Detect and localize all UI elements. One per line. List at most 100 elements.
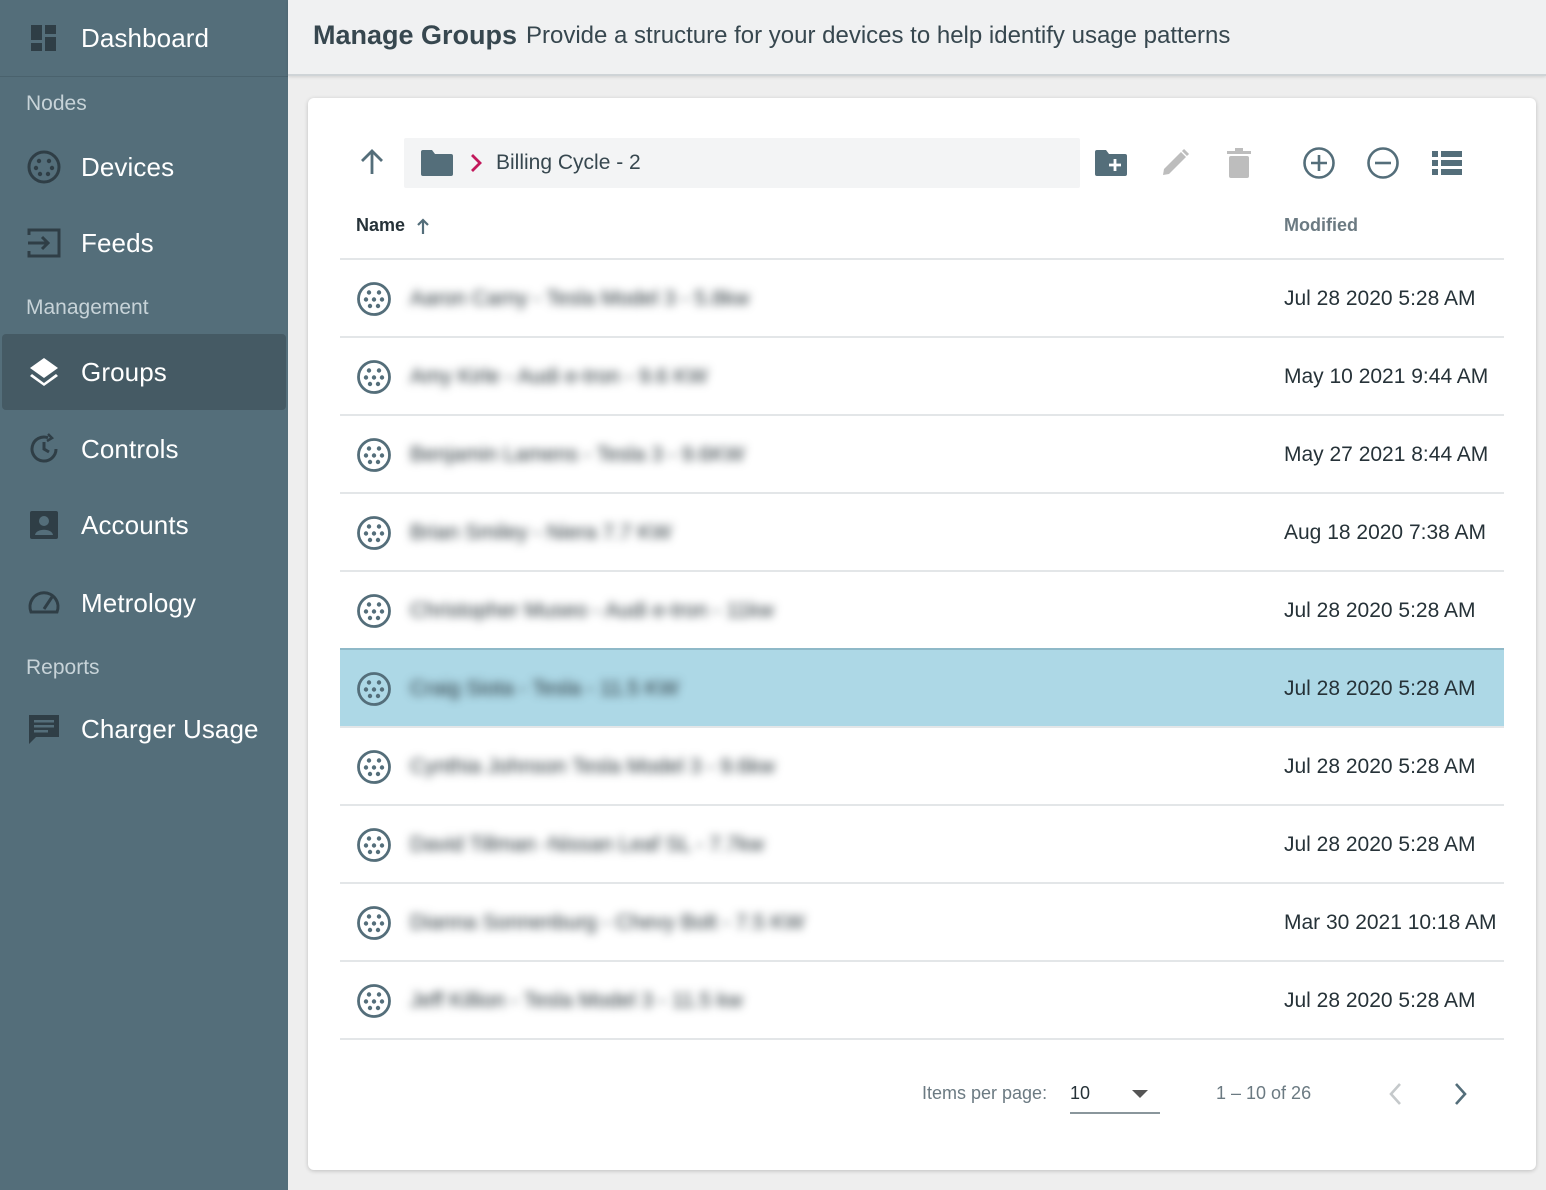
column-header-modified[interactable]: Modified (1284, 215, 1358, 236)
layers-icon (26, 354, 62, 390)
remove-button[interactable] (1364, 146, 1402, 184)
table-row[interactable]: Craig Siota - Tesla - 11.5 KW Jul 28 2020… (340, 648, 1504, 726)
list-view-button[interactable] (1428, 146, 1466, 184)
table-bottom-divider (340, 1038, 1504, 1040)
sidebar-item-label: Metrology (81, 587, 197, 618)
items-per-page-select[interactable]: 10 (1070, 1080, 1160, 1114)
delete-button[interactable] (1220, 146, 1258, 184)
sidebar-item-groups[interactable]: Groups (2, 334, 286, 410)
row-modified: Jul 28 2020 5:28 AM (1284, 755, 1476, 778)
speedometer-icon (26, 585, 62, 621)
device-icon (356, 983, 392, 1024)
create-folder-icon (1094, 149, 1128, 182)
sidebar-item-label: Groups (81, 356, 167, 387)
sidebar: Dashboard Nodes Devices Feeds Management… (0, 0, 288, 1190)
row-name: Benjamin Lamens - Tesla 3 - 9.6KW (410, 443, 745, 466)
sort-ascending-icon (415, 217, 431, 235)
list-view-icon (1432, 150, 1462, 181)
row-name: David Tillman -Nissan Leaf SL - 7.7kw (410, 833, 765, 856)
create-folder-button[interactable] (1092, 146, 1130, 184)
row-modified: Jul 28 2020 5:28 AM (1284, 599, 1476, 622)
comment-icon (26, 711, 62, 747)
device-icon (356, 281, 392, 322)
sidebar-item-feeds[interactable]: Feeds (0, 205, 288, 281)
table-row[interactable]: Cynthia Johnson Tesla Model 3 - 9.6kw Jul… (340, 726, 1504, 804)
next-page-button[interactable] (1442, 1078, 1478, 1114)
row-modified: Aug 18 2020 7:38 AM (1284, 521, 1486, 544)
schedule-icon (26, 431, 62, 467)
device-icon (356, 359, 392, 400)
edit-button[interactable] (1156, 146, 1194, 184)
device-icon (356, 905, 392, 946)
breadcrumb-current[interactable]: Billing Cycle - 2 (496, 151, 641, 175)
device-icon (356, 827, 392, 868)
delete-icon (1225, 147, 1253, 184)
items-per-page-value: 10 (1070, 1083, 1091, 1103)
table-row[interactable]: Amy Kirle - Audi e-tron - 9.6 KW May 10 2… (340, 336, 1504, 414)
add-circle-icon (1302, 146, 1336, 185)
sidebar-divider (0, 76, 288, 77)
sidebar-item-dashboard[interactable]: Dashboard (0, 0, 288, 76)
groups-card: Billing Cycle - 2 Name Modified Aaron Ca… (308, 98, 1536, 1170)
table-row[interactable]: Aaron Carny - Tesla Model 3 - 5.8kw Jul 2… (340, 258, 1504, 336)
items-per-page-label: Items per page: (922, 1083, 1048, 1103)
previous-page-button[interactable] (1378, 1078, 1414, 1114)
row-modified: May 10 2021 9:44 AM (1284, 365, 1489, 388)
device-icon (26, 149, 62, 185)
sidebar-item-accounts[interactable]: Accounts (0, 487, 288, 563)
section-management: Management (26, 296, 149, 319)
chevron-right-icon (468, 151, 484, 180)
table-row[interactable]: Christopher Museo - Audi e-tron - 11kw Ju… (340, 570, 1504, 648)
folder-icon[interactable] (420, 149, 454, 182)
device-icon (356, 437, 392, 478)
chevron-right-icon (1451, 1081, 1469, 1112)
sidebar-item-label: Accounts (81, 509, 189, 540)
row-name: Cynthia Johnson Tesla Model 3 - 9.6kw (410, 755, 775, 778)
row-modified: Jul 28 2020 5:28 AM (1284, 677, 1476, 700)
sidebar-item-label: Dashboard (81, 22, 210, 53)
sidebar-item-devices[interactable]: Devices (0, 129, 288, 205)
sidebar-item-label: Charger Usage (81, 713, 259, 744)
arrow-up-icon (357, 147, 387, 182)
row-name: Amy Kirle - Audi e-tron - 9.6 KW (410, 365, 708, 388)
sidebar-item-label: Feeds (81, 227, 154, 258)
dashboard-icon (26, 20, 62, 56)
row-name: Dianna Sonnenburg - Chevy Bolt - 7.5 KW (410, 911, 805, 934)
account-box-icon (26, 507, 62, 543)
section-nodes: Nodes (26, 92, 87, 115)
row-name: Jeff Killion - Tesla Model 3 - 11.5 kw (410, 989, 743, 1012)
device-icon (356, 593, 392, 634)
table-row[interactable]: Dianna Sonnenburg - Chevy Bolt - 7.5 KW M… (340, 882, 1504, 960)
column-label: Name (356, 215, 406, 235)
table-row[interactable]: David Tillman -Nissan Leaf SL - 7.7kw Jul… (340, 804, 1504, 882)
table-row[interactable]: Brian Smiley - Niera 7.7 KW Aug 18 2020 7… (340, 492, 1504, 570)
navigate-up-button[interactable] (354, 146, 390, 182)
row-modified: Jul 28 2020 5:28 AM (1284, 287, 1476, 310)
device-icon (356, 671, 392, 712)
sidebar-item-label: Controls (81, 433, 179, 464)
row-modified: Jul 28 2020 5:28 AM (1284, 833, 1476, 856)
remove-circle-icon (1366, 146, 1400, 185)
sidebar-item-metrology[interactable]: Metrology (0, 565, 288, 641)
sidebar-item-controls[interactable]: Controls (0, 411, 288, 487)
paginator: Items per page: 10 1 – 10 of 26 (308, 1078, 1536, 1118)
page-range: 1 – 10 of 26 (1216, 1083, 1312, 1103)
page-subtitle: Provide a structure for your devices to … (526, 22, 1231, 49)
sidebar-item-label: Devices (81, 151, 175, 182)
column-header-name[interactable]: Name (356, 215, 431, 236)
edit-icon (1159, 147, 1191, 184)
row-name: Aaron Carny - Tesla Model 3 - 5.8kw (410, 287, 750, 310)
dropdown-arrow-icon (1132, 1090, 1148, 1098)
section-reports: Reports (26, 656, 100, 679)
row-name: Craig Siota - Tesla - 11.5 KW (410, 677, 679, 700)
table-row[interactable]: Benjamin Lamens - Tesla 3 - 9.6KW May 27 … (340, 414, 1504, 492)
device-icon (356, 515, 392, 556)
table-row[interactable]: Jeff Killion - Tesla Model 3 - 11.5 kw Ju… (340, 960, 1504, 1038)
row-modified: Jul 28 2020 5:28 AM (1284, 989, 1476, 1012)
add-button[interactable] (1300, 146, 1338, 184)
row-name: Brian Smiley - Niera 7.7 KW (410, 521, 672, 544)
sidebar-item-charger-usage[interactable]: Charger Usage (0, 691, 288, 767)
page-header: Manage Groups Provide a structure for yo… (288, 0, 1546, 76)
groups-table: Aaron Carny - Tesla Model 3 - 5.8kw Jul 2… (340, 258, 1504, 1040)
row-name: Christopher Museo - Audi e-tron - 11kw (410, 599, 774, 622)
